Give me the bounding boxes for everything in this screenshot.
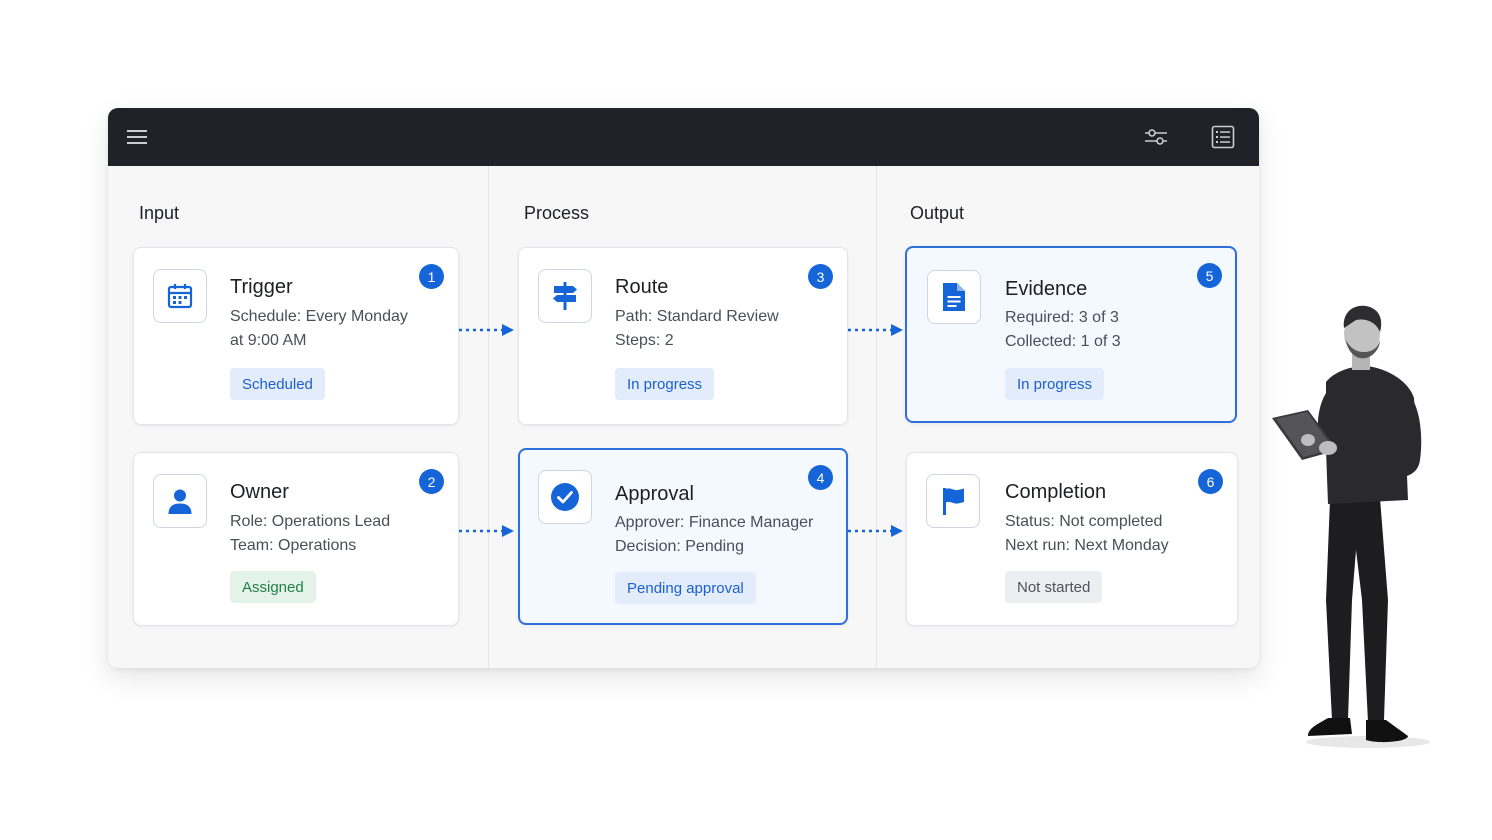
card-title: Approval: [615, 483, 694, 505]
card-detail: Decision: Pending: [615, 538, 744, 555]
check-circle-icon: [538, 470, 592, 524]
card-detail: Required: 3 of 3: [1005, 309, 1119, 326]
status-badge: In progress: [1005, 368, 1105, 400]
card-title: Owner: [230, 481, 289, 503]
column-divider: [876, 166, 877, 668]
card-route[interactable]: Route Path: Standard Review Steps: 2 In …: [518, 247, 848, 425]
connector-arrow: [459, 324, 514, 336]
step-number-badge: 4: [808, 465, 833, 490]
user-icon: [153, 474, 207, 528]
status-badge: Pending approval: [615, 572, 756, 604]
card-detail: at 9:00 AM: [230, 332, 307, 349]
menu-icon[interactable]: [122, 122, 152, 152]
card-title: Completion: [1005, 481, 1107, 503]
connector-arrow: [848, 324, 903, 336]
top-bar: [108, 108, 1259, 166]
card-evidence[interactable]: Evidence Required: 3 of 3 Collected: 1 o…: [905, 246, 1237, 423]
status-badge: In progress: [615, 368, 715, 400]
card-detail: Next run: Next Monday: [1005, 537, 1169, 554]
card-owner[interactable]: Owner Role: Operations Lead Team: Operat…: [133, 452, 459, 626]
step-number-badge: 1: [419, 264, 444, 289]
step-number-badge: 3: [808, 264, 833, 289]
column-title-output: Output: [910, 203, 965, 223]
column-divider: [488, 166, 489, 668]
card-trigger[interactable]: Trigger Schedule: Every Monday at 9:00 A…: [133, 247, 459, 425]
column-title-process: Process: [524, 203, 590, 223]
card-detail: Team: Operations: [230, 537, 357, 554]
signpost-icon: [538, 269, 592, 323]
card-title: Route: [615, 276, 669, 298]
card-detail: Role: Operations Lead: [230, 513, 391, 530]
status-badge: Not started: [1005, 571, 1103, 603]
card-approval[interactable]: Approval Approver: Finance Manager Decis…: [518, 448, 848, 625]
status-badge: Scheduled: [230, 368, 325, 400]
card-title: Trigger: [230, 276, 293, 298]
sliders-icon[interactable]: [1141, 122, 1171, 152]
card-detail: Approver: Finance Manager: [615, 514, 814, 531]
card-completion[interactable]: Completion Status: Not completed Next ru…: [906, 452, 1238, 626]
person-with-tablet-illustration: [1272, 305, 1430, 748]
card-detail: Status: Not completed: [1005, 513, 1163, 530]
card-detail: Collected: 1 of 3: [1005, 333, 1121, 350]
card-detail: Steps: 2: [615, 332, 674, 349]
connector-arrow: [848, 525, 903, 537]
card-detail: Schedule: Every Monday: [230, 308, 408, 325]
card-title: Evidence: [1005, 278, 1088, 300]
workflow-panel: Input Process Output Trigger Schedule: E…: [108, 108, 1259, 668]
connector-arrow: [459, 525, 514, 537]
step-number-badge: 5: [1197, 263, 1222, 288]
step-number-badge: 2: [419, 469, 444, 494]
flag-icon: [926, 474, 980, 528]
list-view-icon[interactable]: [1208, 122, 1238, 152]
column-title-input: Input: [139, 203, 180, 223]
card-detail: Path: Standard Review: [615, 308, 779, 325]
document-icon: [927, 270, 981, 324]
step-number-badge: 6: [1198, 469, 1223, 494]
calendar-icon: [153, 269, 207, 323]
status-badge: Assigned: [230, 571, 316, 603]
